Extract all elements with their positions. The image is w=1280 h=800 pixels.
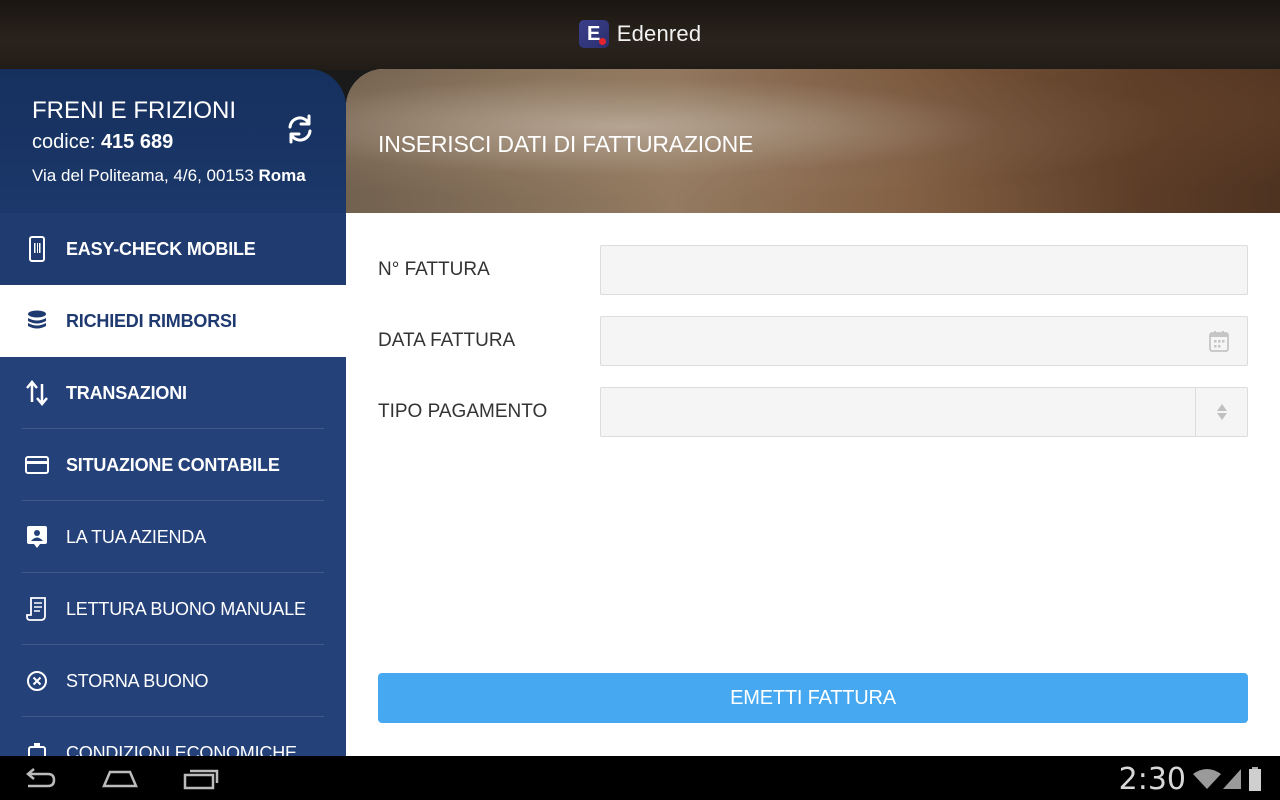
receipt-icon [24, 596, 50, 622]
sidebar-item-label: RICHIEDI RIMBORSI [66, 310, 237, 331]
credit-card-icon [24, 452, 50, 478]
sidebar-item-situazione-contabile[interactable]: SITUAZIONE CONTABILE [0, 429, 346, 501]
edenred-logo-icon: E [578, 20, 609, 48]
form-row-invoice-number: N° FATTURA [378, 245, 1248, 295]
sidebar: FRENI E FRIZIONI codice: 415 689 Via del… [0, 69, 346, 756]
merchant-profile: FRENI E FRIZIONI codice: 415 689 Via del… [0, 69, 346, 213]
merchant-code-value: 415 689 [100, 131, 174, 153]
page-title: INSERISCI DATI DI FATTURAZIONE [378, 131, 754, 157]
payment-type-label: TIPO PAGAMENTO [378, 401, 548, 422]
merchant-city: Roma [258, 166, 306, 185]
form-row-payment-type: TIPO PAGAMENTO [378, 387, 1248, 437]
cancel-circle-icon [24, 668, 50, 694]
sidebar-item-label: STORNA BUONO [66, 670, 209, 691]
sidebar-item-label: LA TUA AZIENDA [66, 526, 206, 547]
recent-apps-icon[interactable] [183, 766, 219, 795]
sidebar-item-label: LETTURA BUONO MANUALE [66, 598, 306, 619]
home-icon[interactable] [100, 768, 140, 793]
invoice-form: N° FATTURA DATA FATTURA TIPO PAGAMENTO [346, 213, 1280, 437]
system-navigation-bar: 2:30 [0, 756, 1280, 800]
sidebar-item-la-tua-azienda[interactable]: LA TUA AZIENDA [0, 501, 346, 573]
coins-icon [24, 308, 50, 334]
company-badge-icon [24, 524, 50, 550]
form-row-invoice-date: DATA FATTURA [378, 316, 1248, 366]
sidebar-item-storna-buono[interactable]: STORNA BUONO [0, 645, 346, 717]
sidebar-item-condizioni-economiche[interactable]: CONDIZIONI ECONOMICHE [0, 717, 346, 756]
main-panel: INSERISCI DATI DI FATTURAZIONE N° FATTUR… [346, 69, 1280, 756]
status-time: 2:30 [1118, 762, 1186, 797]
invoice-number-input[interactable] [600, 245, 1248, 295]
invoice-date-input[interactable] [600, 316, 1248, 366]
app-title-bar: E Edenred [0, 0, 1280, 70]
invoice-number-label: N° FATTURA [378, 259, 490, 280]
merchant-code: codice: 415 689 [32, 131, 174, 153]
wifi-icon [1192, 768, 1222, 795]
sidebar-item-label: SITUAZIONE CONTABILE [66, 454, 280, 475]
emetti-fattura-button[interactable]: EMETTI FATTURA [378, 673, 1248, 723]
sidebar-item-label: EASY-CHECK MOBILE [66, 238, 256, 259]
payment-type-select[interactable] [600, 387, 1248, 437]
smartphone-icon [24, 236, 50, 262]
back-icon[interactable] [22, 766, 58, 795]
transfer-arrows-icon [24, 380, 50, 406]
sidebar-item-easy-check-mobile[interactable]: EASY-CHECK MOBILE [0, 213, 346, 285]
battery-icon [1248, 766, 1262, 797]
brand-name: Edenred [616, 21, 702, 46]
sidebar-item-label: CONDIZIONI ECONOMICHE [66, 742, 297, 757]
refresh-icon[interactable] [284, 113, 316, 145]
merchant-address: Via del Politeama, 4/6, 00153 Roma [32, 166, 306, 185]
sidebar-item-transazioni[interactable]: TRANSAZIONI [0, 357, 346, 429]
select-arrows-icon[interactable] [1195, 388, 1247, 436]
header-banner: INSERISCI DATI DI FATTURAZIONE [346, 69, 1280, 213]
brand: E Edenred [578, 20, 702, 48]
conditions-icon [24, 740, 50, 756]
merchant-name: FRENI E FRIZIONI [32, 97, 236, 124]
calendar-icon[interactable] [1209, 330, 1229, 357]
sidebar-item-label: TRANSAZIONI [66, 382, 187, 403]
sidebar-item-lettura-buono-manuale[interactable]: LETTURA BUONO MANUALE [0, 573, 346, 645]
sidebar-item-richiedi-rimborsi[interactable]: RICHIEDI RIMBORSI [0, 285, 346, 357]
signal-icon [1222, 768, 1242, 795]
invoice-date-label: DATA FATTURA [378, 330, 516, 351]
